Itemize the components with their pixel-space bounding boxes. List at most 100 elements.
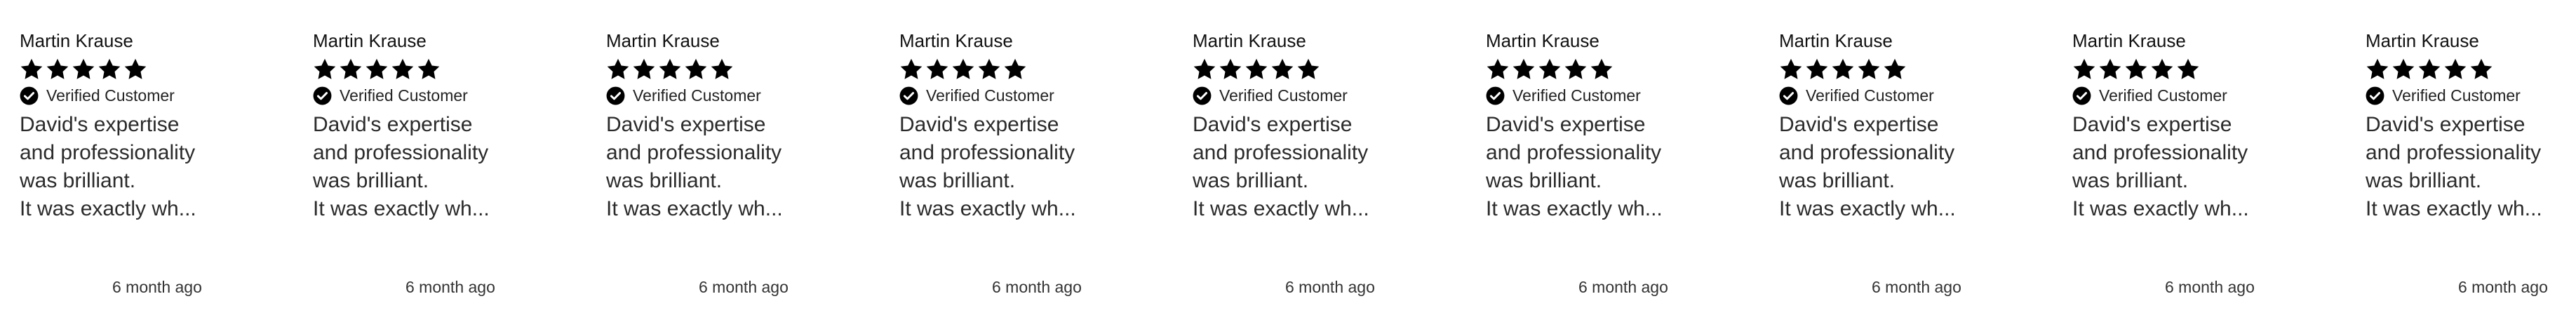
verified-badge: Verified Customer — [606, 85, 761, 106]
review-text: David's expertise and professionality wa… — [2072, 111, 2276, 223]
star-icon — [2418, 58, 2441, 79]
review-text-line: was brilliant. — [1193, 169, 1309, 192]
verified-badge: Verified Customer — [20, 85, 175, 106]
verified-check-icon — [313, 86, 332, 105]
star-icon — [607, 58, 629, 79]
star-icon — [1538, 58, 1561, 79]
review-text-line: It was exactly wh... — [899, 197, 1076, 220]
verified-badge: Verified Customer — [1779, 85, 1934, 106]
verified-badge: Verified Customer — [899, 85, 1054, 106]
star-rating — [313, 58, 441, 81]
verified-label: Verified Customer — [46, 86, 175, 105]
verified-check-icon — [1486, 86, 1505, 105]
star-rating — [2366, 58, 2493, 81]
star-icon — [2151, 58, 2173, 79]
star-rating — [1486, 58, 1614, 81]
review-text: David's expertise and professionality wa… — [313, 111, 516, 223]
review-card: Martin Krause Verified Customer David's … — [1779, 0, 1990, 327]
review-text: David's expertise and professionality wa… — [606, 111, 810, 223]
verified-badge: Verified Customer — [2072, 85, 2227, 106]
star-icon — [1832, 58, 1854, 79]
review-text: David's expertise and professionality wa… — [2366, 111, 2569, 223]
star-icon — [2366, 58, 2389, 79]
star-icon — [2444, 58, 2467, 79]
star-icon — [2392, 58, 2415, 79]
star-icon — [365, 58, 388, 79]
review-text-line: David's expertise — [2366, 113, 2525, 136]
star-icon — [1004, 58, 1026, 79]
star-icon — [711, 58, 733, 79]
verified-label: Verified Customer — [1219, 86, 1348, 105]
star-icon — [391, 58, 414, 79]
star-rating — [1193, 58, 1320, 81]
review-text-line: It was exactly wh... — [1193, 197, 1369, 220]
reviewer-name: Martin Krause — [2072, 30, 2186, 51]
review-text-line: David's expertise — [1486, 113, 1646, 136]
star-rating — [2072, 58, 2200, 81]
star-icon — [1512, 58, 1535, 79]
reviewer-name: Martin Krause — [313, 30, 427, 51]
review-text: David's expertise and professionality wa… — [1779, 111, 1983, 223]
star-icon — [2470, 58, 2493, 79]
star-icon — [1271, 58, 1294, 79]
review-text-line: David's expertise — [1193, 113, 1353, 136]
review-text-line: was brilliant. — [1779, 169, 1896, 192]
star-icon — [1219, 58, 1242, 79]
review-text-line: and professionality — [606, 141, 782, 164]
review-date: 6 month ago — [699, 278, 789, 296]
review-date: 6 month ago — [1285, 278, 1375, 296]
star-icon — [340, 58, 362, 79]
review-date: 6 month ago — [1872, 278, 1961, 296]
review-text-line: It was exactly wh... — [1779, 197, 1956, 220]
star-rating — [1779, 58, 1907, 81]
review-card: Martin Krause Verified Customer David's … — [899, 0, 1110, 327]
verified-badge: Verified Customer — [1486, 85, 1641, 106]
star-icon — [900, 58, 923, 79]
review-text-line: David's expertise — [899, 113, 1059, 136]
review-date: 6 month ago — [1578, 278, 1668, 296]
review-text-line: It was exactly wh... — [2366, 197, 2542, 220]
review-card: Martin Krause Verified Customer David's … — [2072, 0, 2283, 327]
verified-check-icon — [20, 86, 39, 105]
star-icon — [1245, 58, 1268, 79]
review-date: 6 month ago — [2165, 278, 2255, 296]
star-icon — [1590, 58, 1613, 79]
star-icon — [417, 58, 440, 79]
review-card: Martin Krause Verified Customer David's … — [1486, 0, 1696, 327]
review-text-line: It was exactly wh... — [2072, 197, 2249, 220]
star-icon — [2099, 58, 2121, 79]
verified-check-icon — [2072, 86, 2091, 105]
verified-badge: Verified Customer — [2366, 85, 2521, 106]
verified-label: Verified Customer — [340, 86, 468, 105]
star-icon — [1884, 58, 1906, 79]
reviewer-name: Martin Krause — [1779, 30, 1893, 51]
review-text-line: David's expertise — [313, 113, 473, 136]
review-text-line: and professionality — [2072, 141, 2248, 164]
star-icon — [978, 58, 1000, 79]
star-icon — [952, 58, 974, 79]
reviewer-name: Martin Krause — [2366, 30, 2479, 51]
star-icon — [98, 58, 121, 79]
verified-badge: Verified Customer — [1193, 85, 1348, 106]
verified-label: Verified Customer — [633, 86, 761, 105]
review-date: 6 month ago — [992, 278, 1082, 296]
reviewer-name: Martin Krause — [899, 30, 1013, 51]
review-card: Martin Krause Verified Customer David's … — [20, 0, 230, 327]
review-text-line: and professionality — [1193, 141, 1369, 164]
star-icon — [72, 58, 95, 79]
review-text-line: was brilliant. — [606, 169, 723, 192]
verified-check-icon — [899, 86, 918, 105]
star-icon — [633, 58, 655, 79]
star-icon — [20, 58, 43, 79]
review-text: David's expertise and professionality wa… — [1193, 111, 1396, 223]
review-text-line: and professionality — [1486, 141, 1662, 164]
star-icon — [926, 58, 948, 79]
star-icon — [685, 58, 707, 79]
review-text-line: It was exactly wh... — [606, 197, 783, 220]
verified-check-icon — [1779, 86, 1798, 105]
verified-check-icon — [1193, 86, 1212, 105]
verified-label: Verified Customer — [2392, 86, 2521, 105]
verified-label: Verified Customer — [1806, 86, 1934, 105]
star-icon — [2177, 58, 2199, 79]
review-date: 6 month ago — [112, 278, 202, 296]
